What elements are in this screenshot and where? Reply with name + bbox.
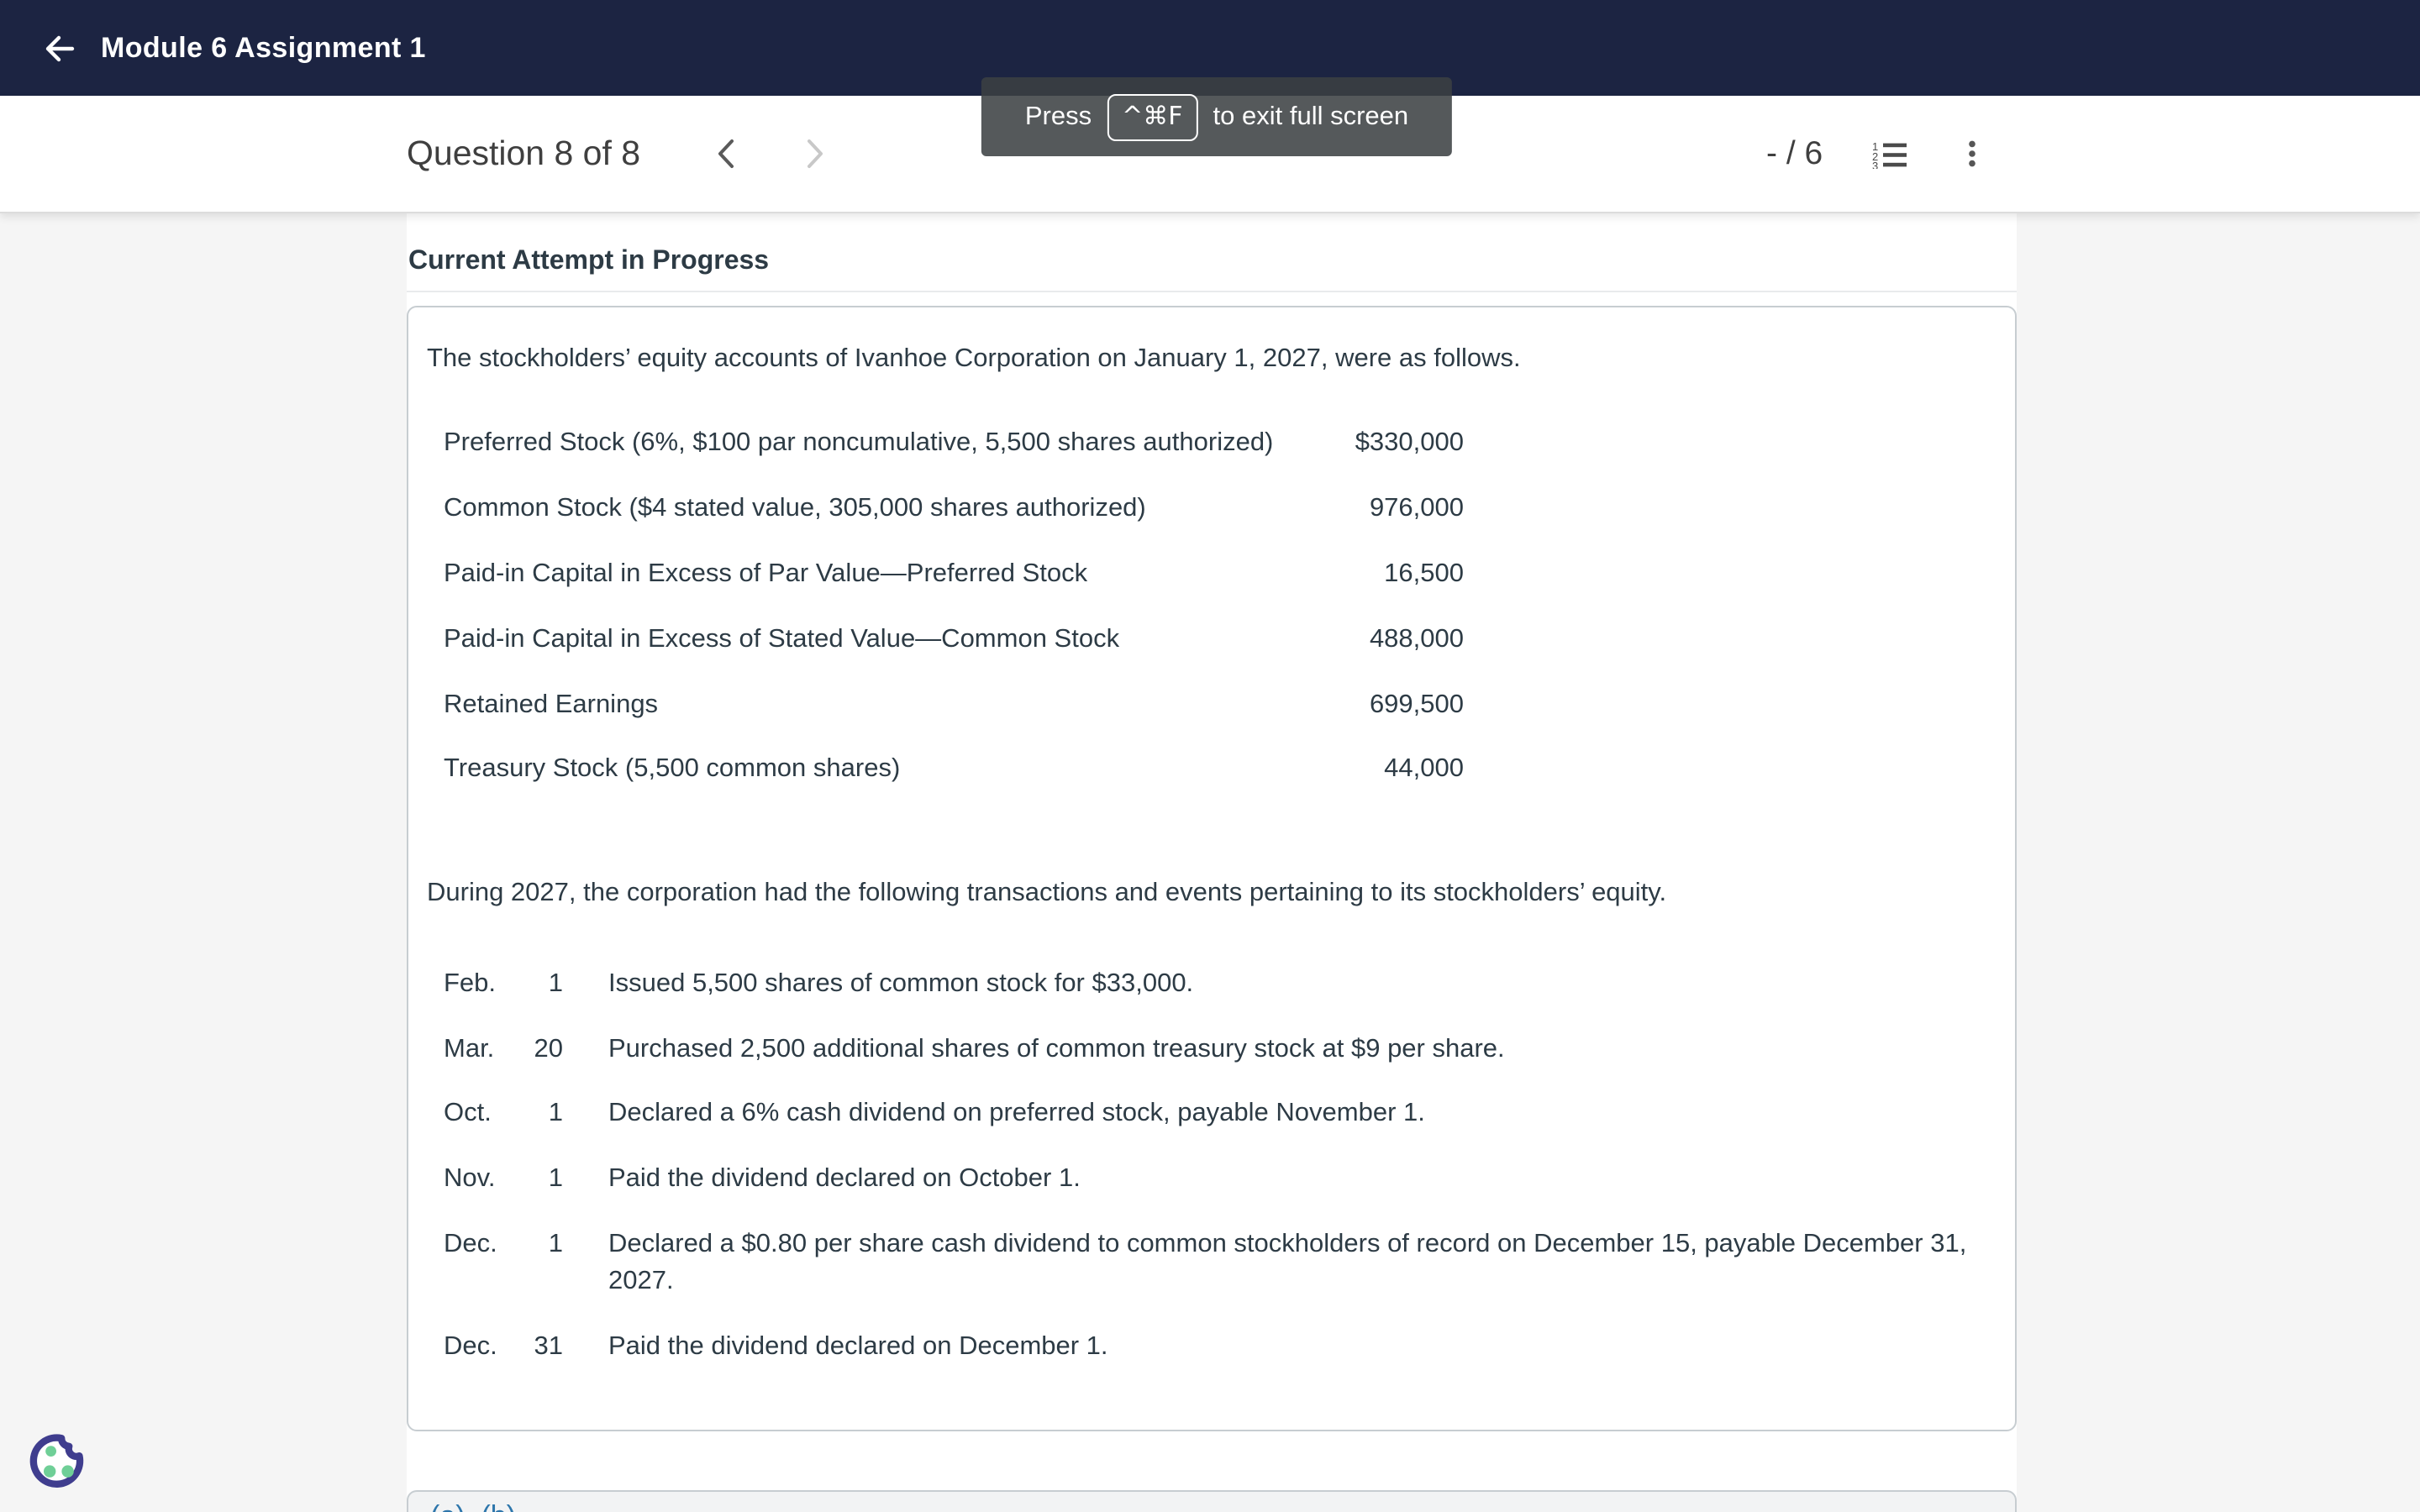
numbered-list-icon: 1 2 3 (1872, 139, 1907, 168)
account-label: Common Stock ($4 stated value, 305,000 s… (444, 494, 1146, 523)
assignment-title: Module 6 Assignment 1 (101, 31, 426, 63)
account-label: Preferred Stock (6%, $100 par noncumulat… (444, 428, 1274, 458)
question-card: The stockholders’ equity accounts of Iva… (407, 306, 2017, 1431)
account-value: 488,000 (1369, 624, 1464, 654)
equity-account-row: Preferred Stock (6%, $100 par noncumulat… (444, 412, 1464, 477)
transaction-row: Nov. 1 Paid the dividend declared on Oct… (408, 1161, 2015, 1199)
transactions-intro: During 2027, the corporation had the fol… (427, 878, 1667, 907)
svg-text:3: 3 (1872, 159, 1878, 168)
question-list-button[interactable]: 1 2 3 (1872, 139, 1907, 168)
account-value: 976,000 (1369, 494, 1464, 523)
transaction-day: 1 (548, 1229, 563, 1258)
chevron-left-icon (718, 139, 733, 168)
question-position: Question 8 of 8 (407, 134, 641, 172)
kebab-menu-icon (1969, 139, 1975, 166)
transaction-month: Oct. (444, 1099, 492, 1128)
section-divider (407, 291, 2017, 292)
transaction-description: Paid the dividend declared on October 1. (608, 1164, 1081, 1194)
transaction-description: Paid the dividend declared on December 1… (608, 1332, 1108, 1362)
more-options-button[interactable] (1965, 139, 1980, 168)
account-label: Paid-in Capital in Excess of Par Value—P… (444, 559, 1088, 588)
transaction-month: Nov. (444, 1164, 496, 1194)
transaction-row: Feb. 1 Issued 5,500 shares of common sto… (408, 966, 2015, 1004)
equity-account-row: Paid-in Capital in Excess of Par Value—P… (444, 542, 1464, 607)
account-label: Paid-in Capital in Excess of Stated Valu… (444, 624, 1120, 654)
transactions-list: Feb. 1 Issued 5,500 shares of common sto… (408, 966, 2015, 1368)
account-value: 44,000 (1384, 754, 1464, 784)
equity-accounts-table: Preferred Stock (6%, $100 par noncumulat… (444, 412, 1464, 803)
back-arrow-icon[interactable] (42, 31, 77, 65)
next-question-button[interactable] (793, 132, 837, 176)
transaction-day: 31 (534, 1332, 564, 1362)
transaction-description: Declared a $0.80 per share cash dividend… (608, 1229, 1967, 1296)
transaction-day: 1 (548, 1099, 563, 1128)
account-label: Treasury Stock (5,500 common shares) (444, 754, 901, 784)
equity-account-row: Common Stock ($4 stated value, 305,000 s… (444, 477, 1464, 543)
transaction-row: Mar. 20 Purchased 2,500 additional share… (408, 1031, 2015, 1068)
equity-account-row: Retained Earnings 699,500 (444, 672, 1464, 738)
answer-section-card: (a), (b) (407, 1490, 2017, 1512)
toast-press-text: Press (1024, 102, 1092, 130)
equity-account-row: Treasury Stock (5,500 common shares) 44,… (444, 738, 1464, 803)
transaction-description: Purchased 2,500 additional shares of com… (608, 1034, 1505, 1063)
toast-suffix-text: to exit full screen (1213, 102, 1409, 130)
transaction-month: Dec. (444, 1332, 497, 1362)
transaction-description: Declared a 6% cash dividend on preferred… (608, 1099, 1425, 1128)
transaction-row: Dec. 31 Paid the dividend declared on De… (408, 1330, 2015, 1368)
transaction-day: 1 (548, 1164, 563, 1194)
account-value: 16,500 (1384, 559, 1464, 588)
quiz-content-column: Current Attempt in Progress The stockhol… (407, 212, 2017, 1512)
cookie-icon[interactable] (29, 1428, 87, 1492)
section-title: Current Attempt in Progress (408, 247, 770, 276)
score-display: - / 6 (1766, 134, 1823, 171)
answer-section-link[interactable]: (a), (b) (430, 1499, 516, 1512)
page: Module 6 Assignment 1 Question 8 of 8 - … (0, 0, 2420, 1512)
question-intro: The stockholders’ equity accounts of Iva… (427, 344, 1521, 373)
transaction-month: Dec. (444, 1229, 497, 1258)
transaction-row: Dec. 1 Declared a $0.80 per share cash d… (408, 1226, 2015, 1302)
chevron-right-icon (807, 139, 822, 168)
equity-account-row: Paid-in Capital in Excess of Stated Valu… (444, 607, 1464, 673)
transaction-day: 20 (534, 1034, 564, 1063)
keyboard-shortcut-badge: ^⌘F (1107, 93, 1198, 140)
transaction-month: Feb. (444, 969, 497, 998)
transaction-month: Mar. (444, 1034, 495, 1063)
account-value: $330,000 (1355, 428, 1464, 458)
transaction-day: 1 (548, 969, 563, 998)
previous-question-button[interactable] (702, 132, 746, 176)
fullscreen-exit-toast: Press ^⌘F to exit full screen (981, 77, 1453, 156)
transaction-description: Issued 5,500 shares of common stock for … (608, 969, 1194, 998)
transaction-row: Oct. 1 Declared a 6% cash dividend on pr… (408, 1096, 2015, 1134)
account-value: 699,500 (1369, 690, 1464, 719)
account-label: Retained Earnings (444, 690, 659, 719)
